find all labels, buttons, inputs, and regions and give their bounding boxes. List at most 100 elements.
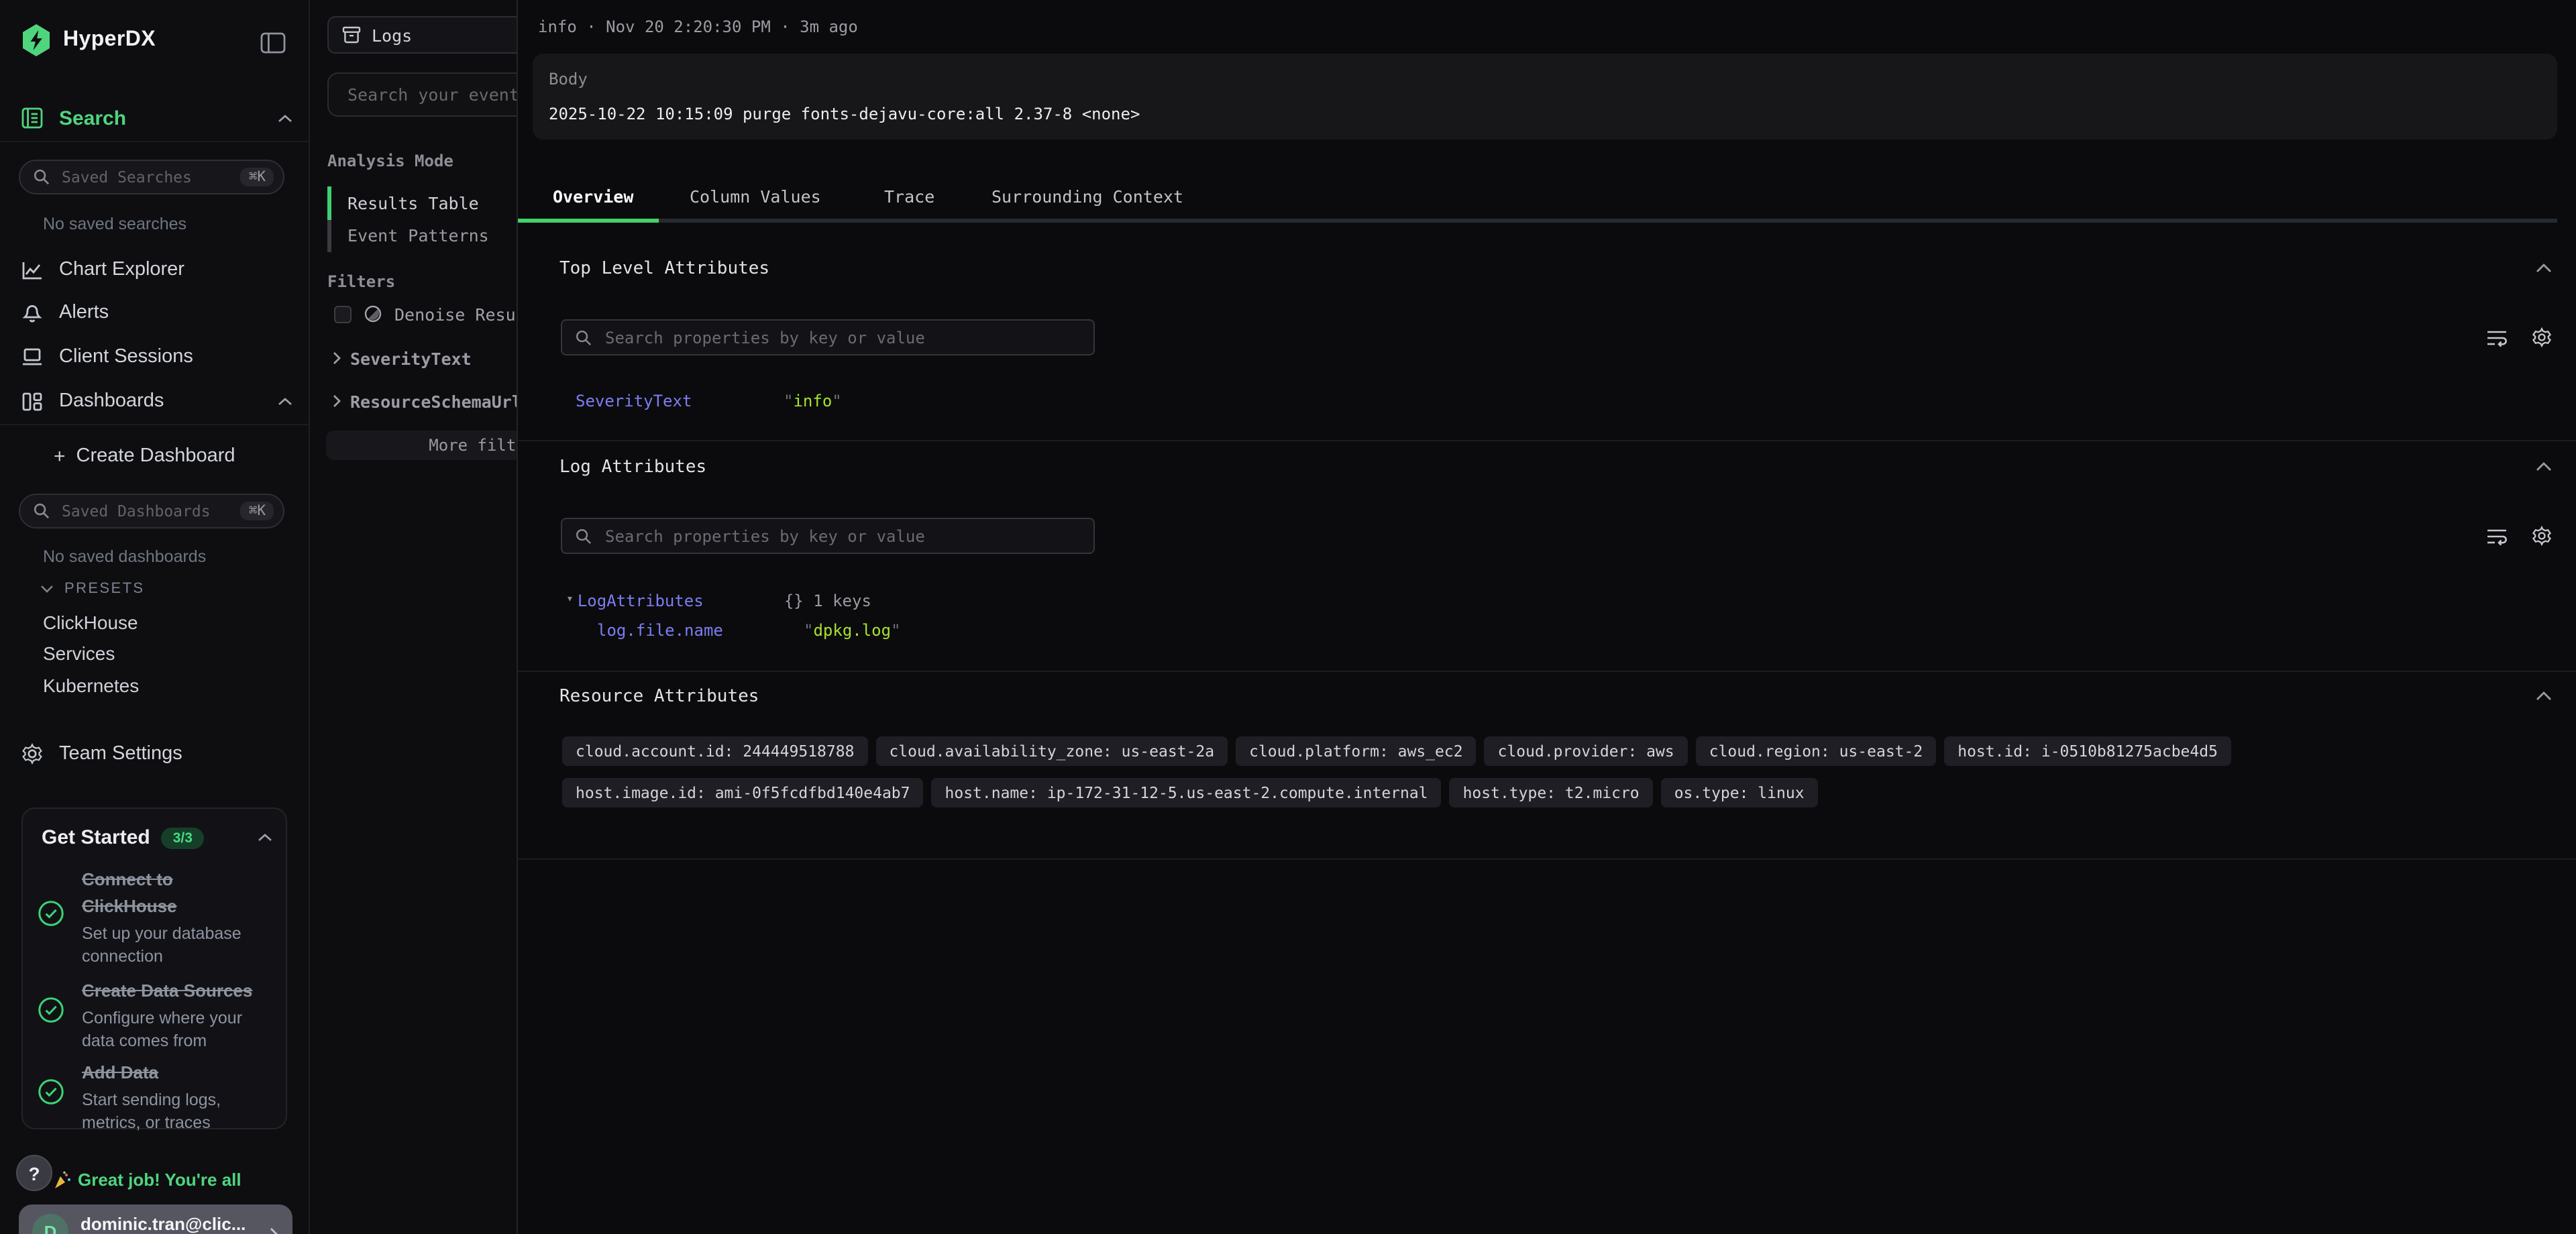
resource-chip[interactable]: os.type: linux <box>1661 778 1818 807</box>
property-key[interactable]: LogAttributes <box>578 592 784 610</box>
saved-dashboards-input[interactable] <box>59 500 231 522</box>
group-meta: {} 1 keys <box>784 592 871 610</box>
source-selector-label: Logs <box>372 25 412 45</box>
event-header: info · Nov 20 2:20:30 PM · 3m ago <box>538 17 858 36</box>
collapse-triangle-icon[interactable]: ▾ <box>566 593 574 612</box>
chevron-up-icon <box>258 833 272 842</box>
resource-chip[interactable]: cloud.availability_zone: us-east-2a <box>875 736 1228 766</box>
plus-icon: + <box>54 445 66 467</box>
resource-chip[interactable]: host.type: t2.micro <box>1450 778 1653 807</box>
resource-chip[interactable]: cloud.account.id: 244449518788 <box>562 736 867 766</box>
divider <box>518 440 2576 441</box>
analysis-mode-label: Analysis Mode <box>327 152 453 170</box>
get-started-title: Get Started <box>42 826 150 849</box>
resource-chip[interactable]: host.id: i-0510b81275acbe4d5 <box>1944 736 2231 766</box>
events-search-input[interactable] <box>345 83 541 106</box>
collapse-section-icon[interactable] <box>2536 461 2552 472</box>
sidebar-collapse-icon[interactable] <box>260 32 286 54</box>
laptop-icon <box>21 347 43 366</box>
task-desc: Start sending logs, metrics, or traces <box>82 1089 270 1135</box>
top-level-search-input[interactable] <box>602 327 1080 348</box>
create-dashboard-label: Create Dashboard <box>76 445 235 467</box>
filter-group-severitytext[interactable]: SeverityText <box>333 346 472 370</box>
sidebar-item-team-settings[interactable]: Team Settings <box>21 740 292 767</box>
hyperdx-logo-icon <box>21 24 51 56</box>
sidebar-item-chart-explorer[interactable]: Chart Explorer <box>21 256 292 283</box>
divider <box>0 424 309 425</box>
preset-clickhouse[interactable]: ClickHouse <box>43 612 138 633</box>
get-started-item[interactable]: Add Data Start sending logs, metrics, or… <box>82 1060 270 1135</box>
property-key[interactable]: SeverityText <box>576 392 784 410</box>
body-text: 2025-10-22 10:15:09 purge fonts-dejavu-c… <box>549 105 1140 123</box>
denoise-icon <box>364 304 382 323</box>
denoise-results-option[interactable]: Denoise Results <box>334 300 546 327</box>
create-dashboard-button[interactable]: + Create Dashboard <box>54 443 292 469</box>
saved-dashboards-search[interactable]: ⌘K <box>19 494 284 528</box>
sidebar-item-dashboards[interactable]: Dashboards <box>21 388 292 414</box>
filter-group-label: SeverityText <box>350 348 472 368</box>
get-started-item[interactable]: Create Data Sources Configure where your… <box>82 978 270 1053</box>
property-row-severitytext: SeverityText "info" <box>576 392 842 410</box>
property-key[interactable]: log.file.name <box>597 621 804 640</box>
resource-chip[interactable]: host.image.id: ami-0f5fcdfbd140e4ab7 <box>562 778 924 807</box>
tab-surrounding-context[interactable]: Surrounding Context <box>991 186 1183 207</box>
section-tools <box>2486 327 2552 347</box>
wrap-lines-icon[interactable] <box>2486 526 2508 545</box>
top-level-search-box[interactable] <box>561 319 1095 355</box>
log-attributes-search-box[interactable] <box>561 518 1095 554</box>
body-label: Body <box>549 70 588 89</box>
resource-chips-row: host.image.id: ami-0f5fcdfbd140e4ab7 hos… <box>562 778 1818 807</box>
chevron-up-icon <box>278 396 292 406</box>
property-value[interactable]: "dpkg.log" <box>804 621 901 640</box>
divider <box>518 671 2576 672</box>
no-saved-dashboards: No saved dashboards <box>43 547 206 566</box>
check-circle-icon <box>38 997 64 1023</box>
tab-trace[interactable]: Trace <box>884 186 934 207</box>
sidebar-item-alerts[interactable]: Alerts <box>21 299 292 326</box>
denoise-checkbox[interactable] <box>334 305 352 323</box>
resource-chip[interactable]: cloud.region: us-east-2 <box>1696 736 1937 766</box>
log-attributes-search-input[interactable] <box>602 525 1080 547</box>
collapse-section-icon[interactable] <box>2536 263 2552 274</box>
divider <box>518 858 2576 860</box>
event-detail-panel: info · Nov 20 2:20:30 PM · 3m ago Body 2… <box>517 0 2576 1234</box>
shortcut-badge: ⌘K <box>241 502 274 520</box>
saved-searches-input[interactable] <box>59 166 231 188</box>
get-started-header[interactable]: Get Started 3/3 <box>42 826 272 849</box>
resource-chip[interactable]: cloud.platform: aws_ec2 <box>1236 736 1477 766</box>
sidebar-item-label: Search <box>59 107 126 129</box>
get-started-card: Get Started 3/3 Connect to ClickHouse Se… <box>21 807 287 1129</box>
presets-toggle[interactable]: PRESETS <box>40 581 145 597</box>
property-value[interactable]: "info" <box>784 392 842 410</box>
tab-column-values[interactable]: Column Values <box>690 186 821 207</box>
brand: HyperDX <box>21 24 156 56</box>
preset-services[interactable]: Services <box>43 642 115 664</box>
bell-icon <box>21 302 43 323</box>
filter-group-resourceschemaurl[interactable]: ResourceSchemaUrl <box>333 389 522 413</box>
user-account-button[interactable]: D dominic.tran@clic... dominic.tran@clic… <box>19 1204 292 1234</box>
sidebar: HyperDX Search ⌘K <box>0 0 310 1234</box>
section-title-log-attributes: Log Attributes <box>559 457 706 478</box>
sidebar-item-label: Chart Explorer <box>59 259 184 280</box>
gear-icon[interactable] <box>2532 526 2552 546</box>
task-title: Create Data Sources <box>82 978 270 1005</box>
sidebar-item-client-sessions[interactable]: Client Sessions <box>21 343 292 370</box>
party-popper-icon <box>54 1170 71 1189</box>
task-title: Add Data <box>82 1060 270 1086</box>
collapse-section-icon[interactable] <box>2536 691 2552 702</box>
chevron-right-icon <box>333 394 341 408</box>
presets-label: PRESETS <box>64 581 145 597</box>
avatar: D <box>32 1214 68 1234</box>
preset-kubernetes[interactable]: Kubernetes <box>43 675 139 696</box>
saved-searches-search[interactable]: ⌘K <box>19 160 284 194</box>
gear-icon[interactable] <box>2532 327 2552 347</box>
wrap-lines-icon[interactable] <box>2486 328 2508 347</box>
property-group-logattributes: ▾ LogAttributes {} 1 keys <box>566 592 871 610</box>
task-desc: Configure where your data comes from <box>82 1007 270 1053</box>
get-started-item[interactable]: Connect to ClickHouse Set up your databa… <box>82 866 270 968</box>
tab-overview[interactable]: Overview <box>553 186 633 207</box>
resource-chip[interactable]: cloud.provider: aws <box>1485 736 1688 766</box>
sidebar-item-search[interactable]: Search <box>21 105 292 131</box>
help-button[interactable]: ? <box>16 1155 52 1191</box>
resource-chip[interactable]: host.name: ip-172-31-12-5.us-east-2.comp… <box>932 778 1442 807</box>
